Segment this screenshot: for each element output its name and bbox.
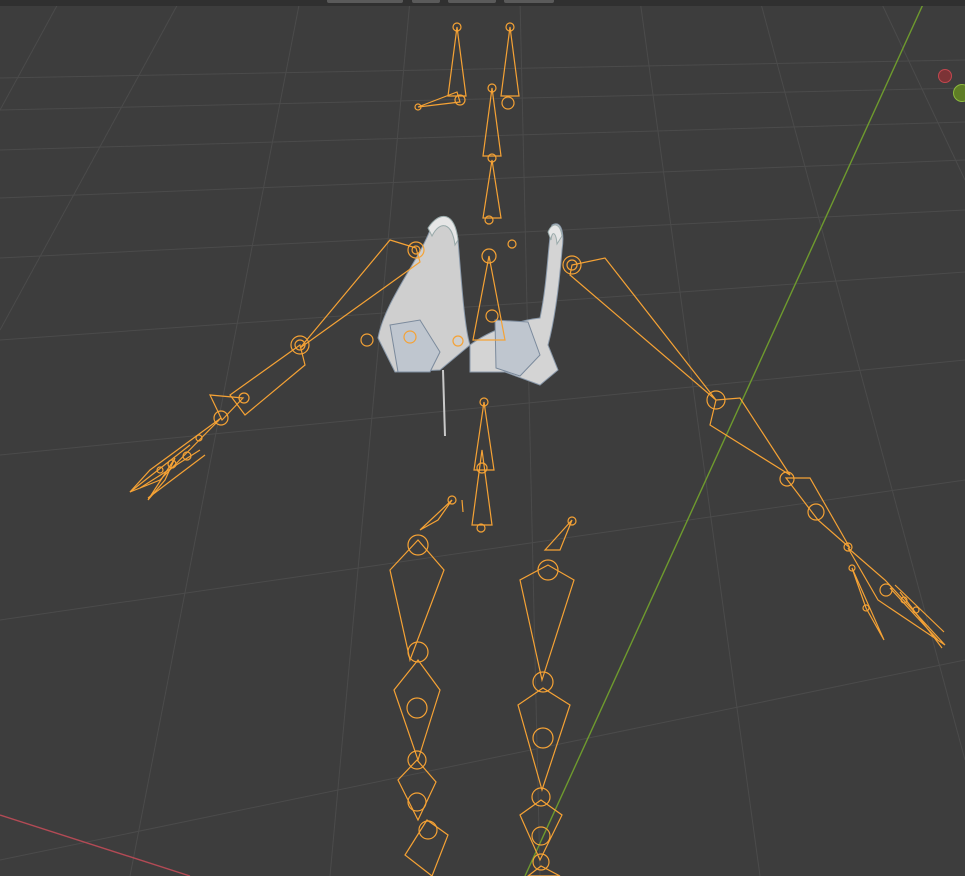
header-tab[interactable] [412, 0, 440, 3]
gizmo-x-axis-icon[interactable] [938, 69, 952, 83]
x-axis-line [0, 814, 191, 876]
y-axis-line [524, 0, 926, 876]
viewport-3d[interactable] [0, 0, 965, 876]
gizmo-y-axis-icon[interactable] [953, 84, 965, 102]
viewport-scene[interactable] [0, 0, 965, 876]
viewport-header-strip [0, 0, 965, 6]
bra-mesh[interactable] [377, 215, 564, 437]
header-tab[interactable] [448, 0, 496, 3]
header-tab[interactable] [327, 0, 403, 3]
header-tab[interactable] [504, 0, 554, 3]
floor-grid [0, 0, 965, 876]
